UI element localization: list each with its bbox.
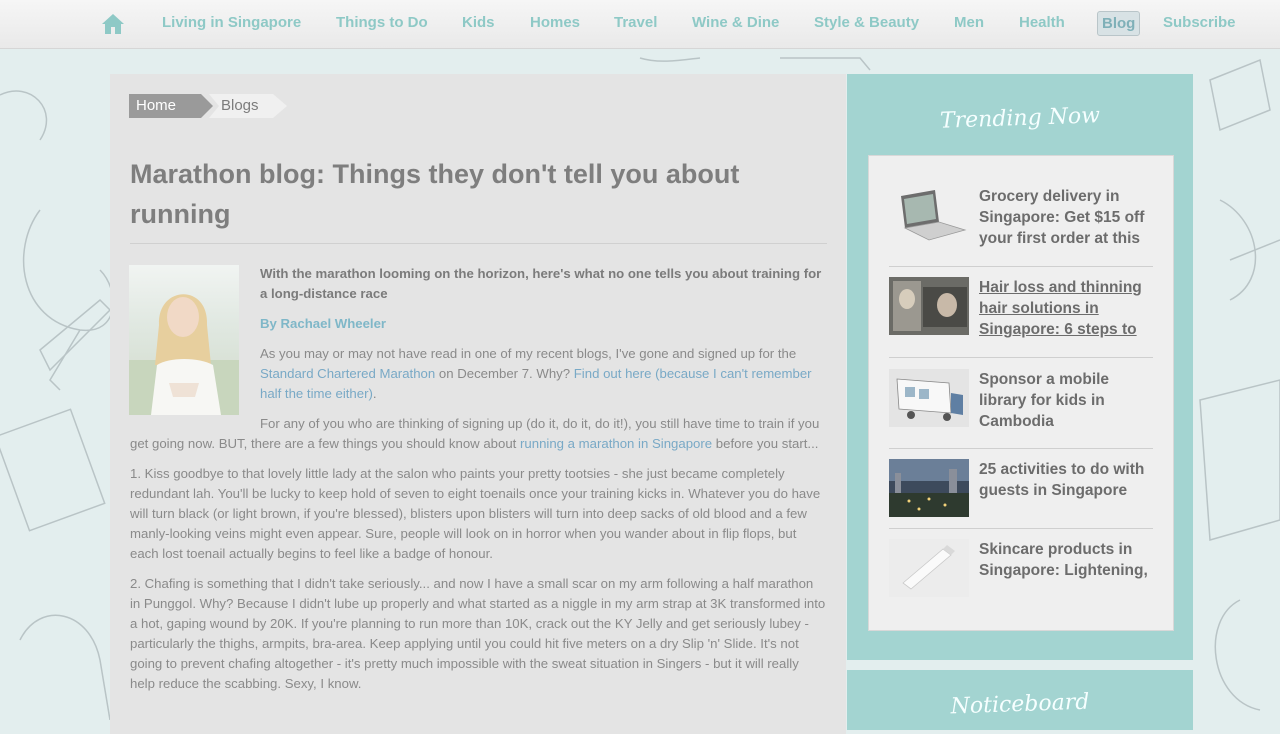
trending-item-title[interactable]: Sponsor a mobile library for kids in Cam… bbox=[979, 369, 1155, 432]
paragraph-3: 1. Kiss goodbye to that lovely little la… bbox=[130, 466, 821, 561]
noticeboard-panel: Noticeboard bbox=[847, 670, 1193, 730]
article-body: With the marathon looming on the horizon… bbox=[130, 264, 827, 704]
trending-item[interactable]: Hair loss and thinning hair solutions in… bbox=[889, 277, 1153, 357]
nav-subscribe[interactable]: Subscribe bbox=[1163, 14, 1236, 31]
trending-item[interactable]: 25 activities to do with guests in Singa… bbox=[889, 459, 1153, 539]
trending-sidebar: Trending Now Grocery delivery in Singapo… bbox=[847, 74, 1193, 660]
title-divider bbox=[130, 243, 827, 244]
salon-photo[interactable] bbox=[889, 277, 969, 335]
nav-living-in-singapore[interactable]: Living in Singapore bbox=[162, 14, 301, 31]
noticeboard-heading: Noticeboard bbox=[950, 689, 1090, 720]
nav-kids[interactable]: Kids bbox=[462, 14, 495, 31]
running-marathon-singapore-link[interactable]: running a marathon in Singapore bbox=[520, 436, 712, 451]
divider bbox=[889, 528, 1153, 529]
laptop-icon[interactable] bbox=[889, 186, 969, 244]
nav-wine-dine[interactable]: Wine & Dine bbox=[692, 14, 779, 31]
nav-travel[interactable]: Travel bbox=[614, 14, 657, 31]
page-title: Marathon blog: Things they don't tell yo… bbox=[130, 159, 740, 229]
nav-men[interactable]: Men bbox=[954, 14, 984, 31]
paragraph-1-text-b: on December 7. Why? bbox=[435, 366, 574, 381]
divider bbox=[889, 448, 1153, 449]
trending-item-title[interactable]: Grocery delivery in Singapore: Get $15 o… bbox=[979, 186, 1155, 249]
paragraph-4: 2. Chafing is something that I didn't ta… bbox=[130, 576, 826, 691]
trending-heading: Trending Now bbox=[939, 103, 1101, 134]
trending-item-title[interactable]: 25 activities to do with guests in Singa… bbox=[979, 459, 1155, 501]
trending-item-title[interactable]: Skincare products in Singapore: Lighteni… bbox=[979, 539, 1155, 581]
standard-chartered-marathon-link[interactable]: Standard Chartered Marathon bbox=[260, 366, 435, 381]
home-icon[interactable] bbox=[100, 12, 126, 36]
paragraph-1-text-c: . bbox=[372, 386, 377, 401]
paragraph-1-text-a: As you may or may not have read in one o… bbox=[260, 346, 797, 361]
trending-item-title[interactable]: Hair loss and thinning hair solutions in… bbox=[979, 277, 1155, 340]
skincare-photo[interactable] bbox=[889, 539, 969, 597]
nav-blog[interactable]: Blog bbox=[1097, 11, 1141, 36]
truck-photo[interactable] bbox=[889, 369, 969, 427]
paragraph-2-text-b: before you start... bbox=[712, 436, 819, 451]
nav-style-beauty[interactable]: Style & Beauty bbox=[814, 14, 919, 31]
city-night-photo[interactable] bbox=[889, 459, 969, 517]
nav-health[interactable]: Health bbox=[1019, 14, 1065, 31]
trending-item[interactable]: Skincare products in Singapore: Lighteni… bbox=[889, 539, 1153, 619]
nav-homes[interactable]: Homes bbox=[530, 14, 580, 31]
divider bbox=[889, 357, 1153, 358]
divider bbox=[889, 266, 1153, 267]
trending-item[interactable]: Grocery delivery in Singapore: Get $15 o… bbox=[889, 186, 1153, 266]
nav-things-to-do[interactable]: Things to Do bbox=[336, 14, 428, 31]
article-panel: Blogs Home Marathon blog: Things they do… bbox=[110, 74, 846, 734]
breadcrumb-blogs[interactable]: Blogs bbox=[209, 94, 287, 118]
breadcrumb-home[interactable]: Home bbox=[129, 94, 213, 118]
trending-item[interactable]: Sponsor a mobile library for kids in Cam… bbox=[889, 369, 1153, 449]
top-navigation: Living in Singapore Things to Do Kids Ho… bbox=[0, 0, 1280, 49]
trending-list: Grocery delivery in Singapore: Get $15 o… bbox=[868, 155, 1174, 631]
paragraph-2: For any of you who are thinking of signi… bbox=[130, 414, 827, 454]
